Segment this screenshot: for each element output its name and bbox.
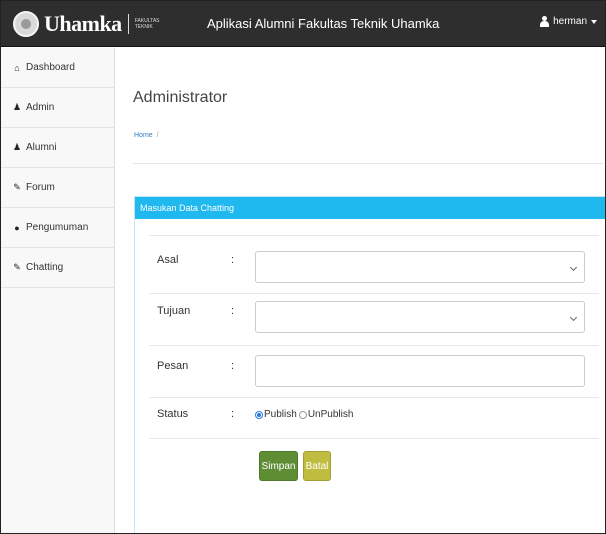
form-divider — [149, 235, 599, 236]
unpublish-label: UnPublish — [307, 409, 354, 420]
unpublish-radio[interactable] — [298, 410, 307, 419]
sidebar-item-alumni[interactable]: ♟ Alumni — [1, 128, 114, 168]
sidebar-item-pengumuman[interactable]: ● Pengumuman — [1, 208, 114, 248]
asal-colon: : — [231, 254, 235, 266]
chat-icon: ✎ — [13, 182, 21, 192]
publish-label: Publish — [264, 409, 297, 420]
cancel-button[interactable]: Batal — [303, 451, 331, 481]
user-icon — [540, 16, 550, 27]
form-divider — [149, 293, 599, 294]
sidebar-item-label: Alumni — [26, 142, 57, 153]
sidebar-item-label: Admin — [26, 102, 55, 113]
sidebar-item-label: Dashboard — [26, 62, 75, 73]
status-radio-group: Publish UnPublish — [255, 409, 353, 420]
home-icon: ⌂ — [14, 62, 20, 73]
publish-radio[interactable] — [255, 410, 263, 419]
brand-name: Uhamka — [44, 11, 122, 36]
breadcrumb-home-link[interactable]: Home — [134, 132, 153, 139]
sidebar-item-chatting[interactable]: ✎ Chatting — [1, 248, 114, 288]
info-icon: ● — [14, 222, 20, 233]
top-navbar: Uhamka FAKULTAS TEKNIK Aplikasi Alumni F… — [1, 1, 605, 47]
form-divider — [149, 438, 599, 439]
sidebar-item-dashboard[interactable]: ⌂ Dashboard — [1, 48, 114, 88]
form-actions: Simpan Batal — [135, 451, 605, 481]
pesan-input[interactable] — [255, 355, 585, 387]
breadcrumb-separator: / — [156, 132, 159, 139]
app-title: Aplikasi Alumni Fakultas Teknik Uhamka — [207, 16, 440, 31]
pesan-label: Pesan — [157, 360, 189, 372]
status-label: Status — [157, 408, 189, 420]
brand-subtitle: FAKULTAS TEKNIK — [134, 18, 160, 30]
brand-divider — [127, 14, 129, 34]
user-name: herman — [553, 16, 587, 27]
status-colon: : — [231, 408, 235, 420]
form-divider — [149, 397, 599, 398]
sidebar-item-forum[interactable]: ✎ Forum — [1, 168, 114, 208]
chat-icon: ✎ — [13, 262, 21, 272]
page-title: Administrator — [133, 89, 228, 106]
tujuan-label: Tujuan — [157, 305, 191, 317]
caret-down-icon — [591, 19, 597, 24]
university-seal-icon — [13, 11, 39, 37]
form-divider — [149, 345, 599, 346]
app-window: Uhamka FAKULTAS TEKNIK Aplikasi Alumni F… — [0, 0, 606, 534]
save-button[interactable]: Simpan — [259, 451, 298, 481]
tujuan-select[interactable] — [255, 301, 585, 333]
user-icon: ♟ — [12, 102, 22, 112]
user-icon: ♟ — [12, 142, 22, 152]
sidebar: ⌂ Dashboard ♟ Admin ♟ Alumni ✎ Forum ● P… — [1, 48, 115, 533]
chat-form-panel: Masukan Data Chatting Asal : Tujuan : Pe… — [134, 196, 605, 533]
sidebar-item-label: Pengumuman — [26, 222, 89, 233]
asal-select[interactable] — [255, 251, 585, 283]
sidebar-item-admin[interactable]: ♟ Admin — [1, 88, 114, 128]
main-content: Administrator Home / Masukan Data Chatti… — [115, 48, 605, 533]
user-menu[interactable]: herman — [540, 16, 597, 27]
brand-logo[interactable]: Uhamka FAKULTAS TEKNIK — [13, 9, 160, 39]
sidebar-item-label: Forum — [26, 182, 55, 193]
sidebar-item-label: Chatting — [26, 262, 64, 273]
asal-label: Asal — [157, 254, 179, 266]
tujuan-colon: : — [231, 305, 235, 317]
divider — [133, 163, 603, 164]
panel-title: Masukan Data Chatting — [135, 197, 605, 219]
pesan-colon: : — [231, 360, 235, 372]
breadcrumb: Home / — [134, 132, 159, 139]
